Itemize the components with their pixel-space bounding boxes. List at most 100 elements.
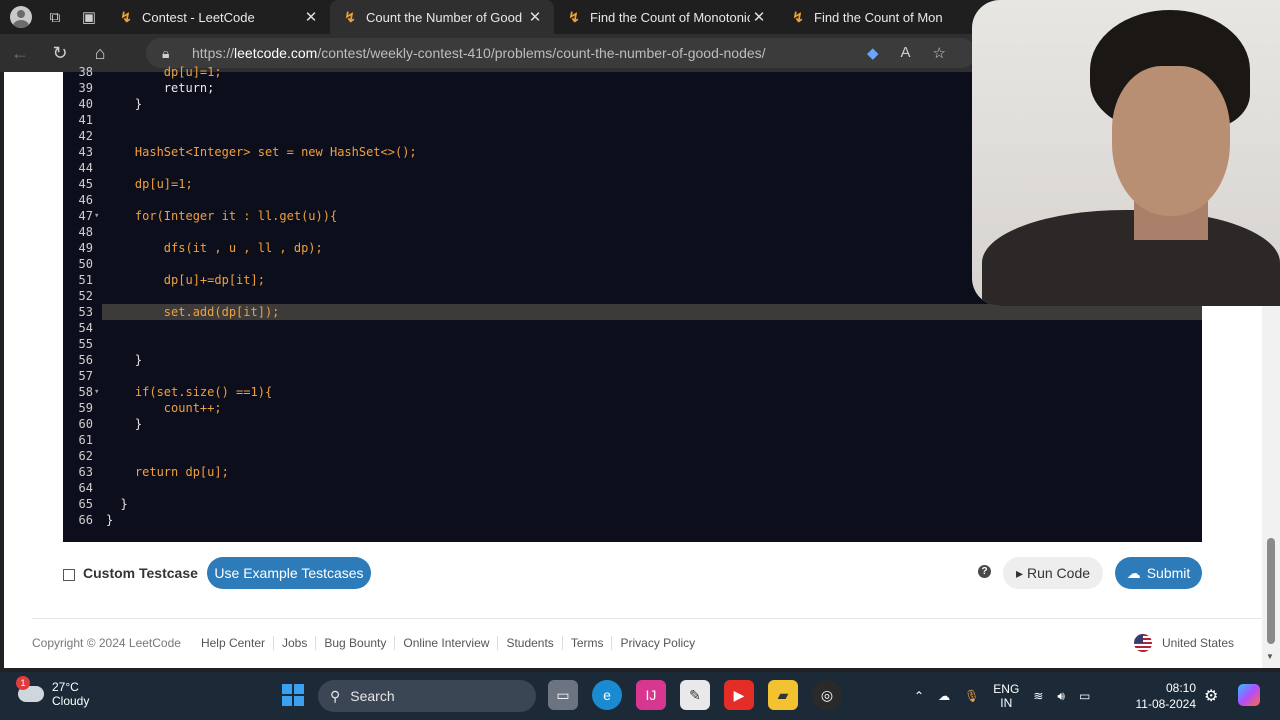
us-flag-icon [1134,634,1152,652]
footer-link[interactable]: Help Center [181,636,273,650]
line-number: 65 [78,497,93,511]
browser-tab[interactable]: ↯ Find the Count of Monotonic Pa✕ [554,0,778,34]
read-aloud-icon[interactable]: A [901,44,911,62]
code-line[interactable]: 55 [63,336,1202,352]
code-line[interactable]: 57 [63,368,1202,384]
clock[interactable]: 08:10 11-08-2024 [1130,680,1197,712]
collections-icon[interactable]: ⧉ [38,0,72,34]
favorite-star-icon[interactable]: ☆ [933,44,946,62]
line-number: 53 [78,305,93,319]
browser-tab[interactable]: ↯ Contest - LeetCode ✕ [106,0,330,34]
url-path: /contest/weekly-contest-410/problems/cou… [317,45,766,61]
code-text: return; [106,81,215,95]
line-number: 40 [78,97,93,111]
show-hidden-icons-chevron-icon[interactable]: ⌃ [914,689,924,703]
youtube-icon[interactable]: ▶ [724,680,754,710]
footer-link[interactable]: Bug Bounty [315,636,394,650]
code-line[interactable]: 58 ▾ if(set.size() ==1){ [63,384,1202,400]
coupon-tag-icon[interactable]: ◆ [867,44,879,62]
code-text: count++; [106,401,222,415]
taskbar-search[interactable]: ⚲ Search [318,680,536,712]
url-host: leetcode.com [234,45,318,61]
country-label: United States [1162,636,1235,650]
temperature: 27°C [52,680,79,694]
line-number: 43 [78,145,93,159]
code-line[interactable]: 54 [63,320,1202,336]
language-indicator[interactable]: ENG IN [993,682,1019,710]
copyright-text: Copyright © 2024 LeetCode [32,636,181,650]
help-icon[interactable]: ? [978,565,991,578]
close-tab-icon[interactable]: ✕ [750,8,768,26]
code-text: if(set.size() ==1){ [106,385,273,399]
scrollbar-thumb[interactable] [1267,538,1275,644]
snipping-tool-icon[interactable]: ✎ [680,680,710,710]
submit-button[interactable]: ☁ Submit [1115,557,1202,589]
weather-widget[interactable]: 1 27°C Cloudy [16,676,89,708]
windows-start-icon[interactable] [282,684,304,706]
code-line[interactable]: 61 [63,432,1202,448]
profile-avatar[interactable] [10,6,32,28]
wifi-icon[interactable]: ≋ [1033,689,1043,703]
battery-icon[interactable]: ▭ [1079,689,1090,703]
edge-browser-icon[interactable]: e [592,680,622,710]
code-line[interactable]: 64 [63,480,1202,496]
code-line[interactable]: 59 count++; [63,400,1202,416]
intellij-icon[interactable]: IJ [636,680,666,710]
footer-link[interactable]: Privacy Policy [611,636,703,650]
close-tab-icon[interactable]: ✕ [302,8,320,26]
settings-gear-icon[interactable]: ⚙ [1204,686,1218,706]
close-tab-icon[interactable]: ✕ [526,8,544,26]
footer-link[interactable]: Online Interview [394,636,497,650]
file-explorer-window-icon[interactable]: ▭ [548,680,578,710]
line-number: 61 [78,433,93,447]
custom-testcase-checkbox[interactable] [63,569,75,581]
code-line[interactable]: 56 } [63,352,1202,368]
date: 11-08-2024 [1135,697,1197,711]
custom-testcase-label: Custom Testcase [83,565,198,581]
webcam-person-face [1112,66,1230,216]
webcam-person-shirt [982,210,1280,306]
volume-icon[interactable]: 🔊︎ [1057,689,1065,704]
browser-tab[interactable]: ↯ Find the Count of Mon [778,0,1002,34]
code-line[interactable]: 62 [63,448,1202,464]
line-number: 56 [78,353,93,367]
code-text: dp[u]=1; [106,65,222,79]
use-example-testcases-button[interactable]: Use Example Testcases [207,557,371,589]
code-text: dp[u]+=dp[it]; [106,273,265,287]
code-text: HashSet<Integer> set = new HashSet<>(); [106,145,417,159]
code-line[interactable]: 63 return dp[u]; [63,464,1202,480]
tab-actions-icon[interactable]: ▣ [72,0,106,34]
obs-icon[interactable]: ◎ [812,680,842,710]
code-text: dfs(it , u , ll , dp); [106,241,323,255]
code-line[interactable]: 66} [63,512,1202,528]
tab-title: Count the Number of Good No [366,9,526,25]
footer-link[interactable]: Terms [561,636,612,650]
time: 08:10 [1165,681,1196,695]
folder-icon[interactable]: ▰ [768,680,798,710]
footer-link[interactable]: Students [497,636,561,650]
tab-title: Contest - LeetCode [142,9,255,25]
line-number: 50 [78,257,93,271]
line-number: 46 [78,193,93,207]
back-icon[interactable]: ← [0,34,40,72]
country-selector[interactable]: United States [1134,634,1234,652]
leetcode-favicon-icon: ↯ [344,8,356,25]
footer-link[interactable]: Jobs [272,636,315,650]
code-line[interactable]: 60 } [63,416,1202,432]
url-prefix: https:// [192,45,235,61]
fold-arrow-icon[interactable]: ▾ [94,208,99,224]
scroll-down-arrow-icon[interactable]: ▼ [1266,652,1274,661]
fold-arrow-icon[interactable]: ▾ [94,384,99,400]
browser-tab[interactable]: ↯ Count the Number of Good No ✕ [330,0,554,34]
line-number: 59 [78,401,93,415]
code-line[interactable]: 65 } [63,496,1202,512]
onedrive-cloud-icon[interactable]: ☁ [938,689,950,703]
line-number: 64 [78,481,93,495]
code-line[interactable]: 53 set.add(dp[it]); [63,304,1202,320]
tab-title: Find the Count of Monotonic Pa [590,9,750,25]
run-code-button[interactable]: ▸ Run Code [1003,557,1103,589]
copilot-icon[interactable] [1238,684,1260,706]
microphone-icon[interactable]: 🎙︎ [964,689,979,703]
editor-controls: Custom Testcase Use Example Testcases ? … [63,557,1202,599]
code-text: } [106,97,143,111]
